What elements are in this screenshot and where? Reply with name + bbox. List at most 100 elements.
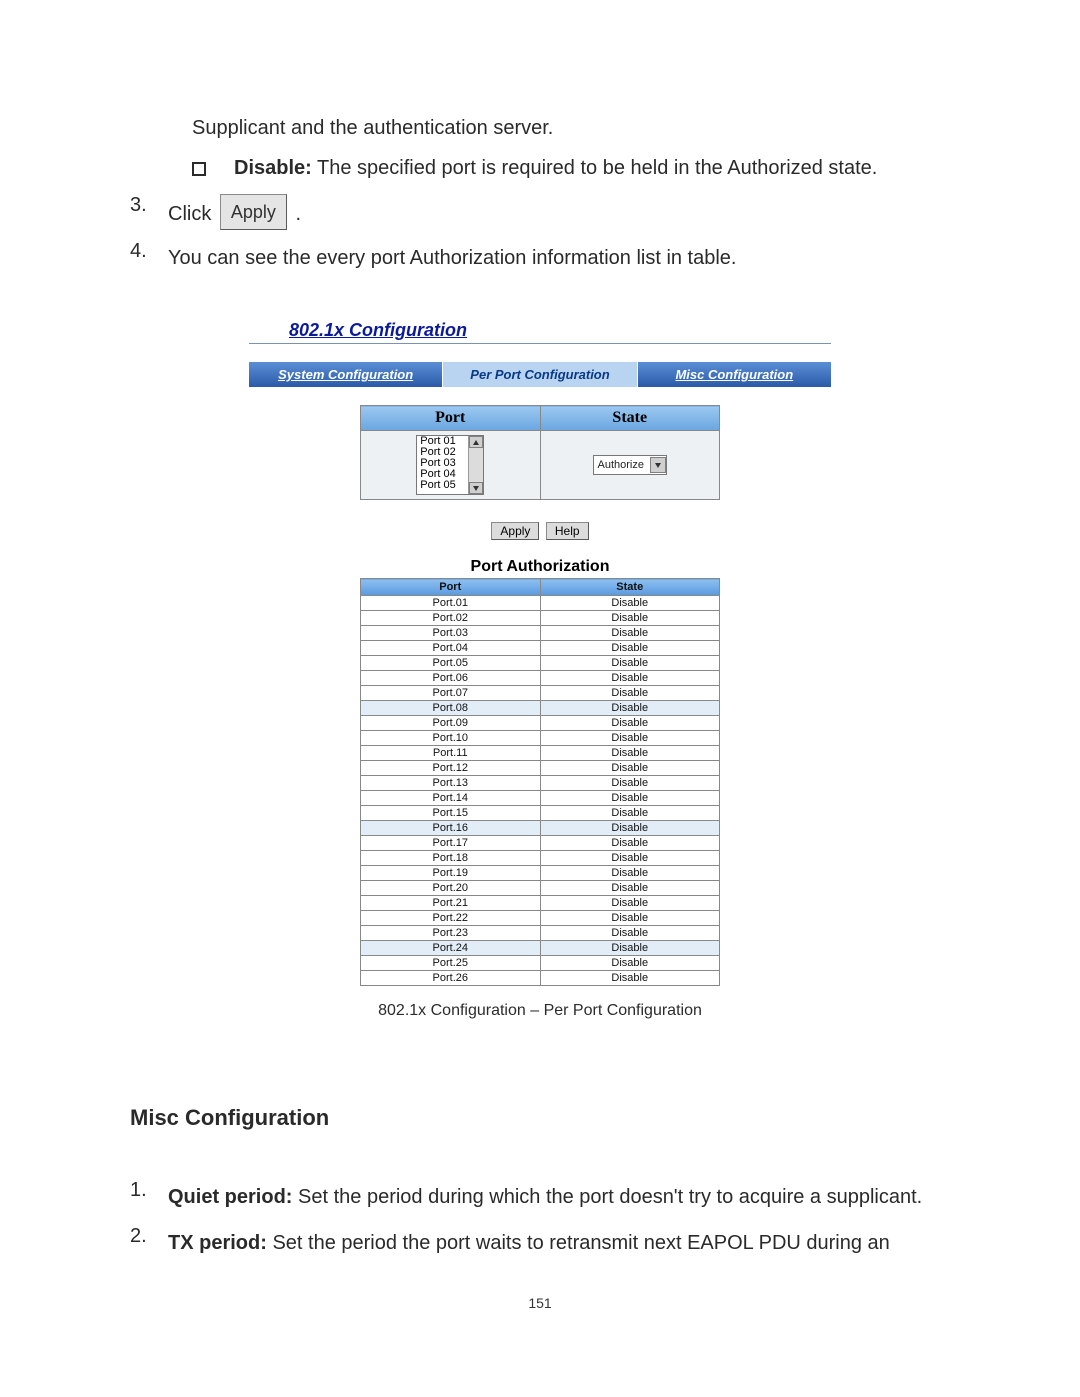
state-cell: Disable bbox=[540, 746, 720, 761]
port-cell: Port.25 bbox=[361, 956, 541, 971]
port-cell: Port.16 bbox=[361, 821, 541, 836]
step-4-text: You can see the every port Authorization… bbox=[168, 240, 950, 276]
disable-text: The specified port is required to be hel… bbox=[312, 157, 878, 179]
table-row: Port.20Disable bbox=[361, 881, 720, 896]
state-cell: Disable bbox=[540, 671, 720, 686]
chevron-up-icon bbox=[473, 440, 479, 445]
step-4: 4. You can see the every port Authorizat… bbox=[130, 240, 950, 276]
step-3-num: 3. bbox=[130, 194, 168, 232]
tab-per-port-configuration[interactable]: Per Port Configuration bbox=[443, 362, 637, 387]
config-tabs: System Configuration Per Port Configurat… bbox=[249, 362, 831, 387]
scroll-up-button[interactable] bbox=[469, 436, 483, 448]
step-4-num: 4. bbox=[130, 240, 168, 276]
apply-button[interactable]: Apply bbox=[491, 522, 539, 540]
port-cell: Port.07 bbox=[361, 686, 541, 701]
cfg-hdr-port: Port bbox=[361, 406, 541, 431]
port-cell: Port.02 bbox=[361, 611, 541, 626]
state-dropdown-value: Authorize bbox=[598, 459, 644, 471]
port-authorization-title: Port Authorization bbox=[360, 558, 720, 576]
port-authorization-table: Port State Port.01DisablePort.02DisableP… bbox=[360, 578, 720, 986]
table-row: Port.11Disable bbox=[361, 746, 720, 761]
dropdown-toggle[interactable] bbox=[650, 457, 666, 473]
table-row: Port.04Disable bbox=[361, 641, 720, 656]
table-row: Port.22Disable bbox=[361, 911, 720, 926]
state-cell: Disable bbox=[540, 776, 720, 791]
state-cell: Disable bbox=[540, 791, 720, 806]
page-number: 151 bbox=[130, 1295, 950, 1311]
state-cell: Disable bbox=[540, 926, 720, 941]
state-cell: Disable bbox=[540, 701, 720, 716]
port-cell: Port.12 bbox=[361, 761, 541, 776]
table-row: Port.03Disable bbox=[361, 626, 720, 641]
step-3: 3. Click Apply . bbox=[130, 194, 950, 232]
port-list-item[interactable]: Port 05 bbox=[420, 480, 469, 491]
port-cell: Port.22 bbox=[361, 911, 541, 926]
step-3-post: . bbox=[295, 203, 301, 225]
table-row: Port.12Disable bbox=[361, 761, 720, 776]
state-cell: Disable bbox=[540, 971, 720, 986]
port-cell: Port.20 bbox=[361, 881, 541, 896]
state-cell: Disable bbox=[540, 956, 720, 971]
misc-item-1: 1. Quiet period: Set the period during w… bbox=[130, 1179, 950, 1215]
tx-period-text: Set the period the port waits to retrans… bbox=[267, 1232, 890, 1254]
state-cell: Disable bbox=[540, 686, 720, 701]
state-cell: Disable bbox=[540, 656, 720, 671]
table-row: Port.15Disable bbox=[361, 806, 720, 821]
chevron-down-icon bbox=[473, 486, 479, 491]
scrollbar[interactable] bbox=[468, 436, 483, 494]
tab-system-configuration[interactable]: System Configuration bbox=[249, 362, 443, 387]
table-row: Port.05Disable bbox=[361, 656, 720, 671]
auth-hdr-state: State bbox=[540, 579, 720, 596]
state-cell: Disable bbox=[540, 836, 720, 851]
state-cell: Disable bbox=[540, 716, 720, 731]
port-cell: Port.11 bbox=[361, 746, 541, 761]
square-bullet-icon bbox=[192, 162, 206, 176]
port-cell: Port.24 bbox=[361, 941, 541, 956]
tab-misc-configuration[interactable]: Misc Configuration bbox=[638, 362, 831, 387]
table-row: Port.19Disable bbox=[361, 866, 720, 881]
screenshot-802-1x: 802.1x Configuration System Configuratio… bbox=[249, 316, 831, 1020]
screenshot-title: 802.1x Configuration bbox=[249, 316, 831, 344]
state-cell: Disable bbox=[540, 911, 720, 926]
step-3-pre: Click bbox=[168, 203, 217, 225]
quiet-period-text: Set the period during which the port doe… bbox=[292, 1186, 922, 1208]
table-row: Port.21Disable bbox=[361, 896, 720, 911]
text-supplicant: Supplicant and the authentication server… bbox=[192, 110, 950, 146]
chevron-down-icon bbox=[655, 463, 661, 468]
table-row: Port.02Disable bbox=[361, 611, 720, 626]
disable-label: Disable: bbox=[234, 157, 312, 179]
table-row: Port.09Disable bbox=[361, 716, 720, 731]
state-dropdown[interactable]: Authorize bbox=[593, 455, 667, 475]
port-cell: Port.18 bbox=[361, 851, 541, 866]
tx-period-label: TX period: bbox=[168, 1232, 267, 1254]
table-row: Port.07Disable bbox=[361, 686, 720, 701]
state-cell: Disable bbox=[540, 866, 720, 881]
figure-caption: 802.1x Configuration – Per Port Configur… bbox=[249, 1002, 831, 1020]
port-cell: Port.15 bbox=[361, 806, 541, 821]
state-cell: Disable bbox=[540, 896, 720, 911]
port-cell: Port.04 bbox=[361, 641, 541, 656]
port-cell: Port.09 bbox=[361, 716, 541, 731]
table-row: Port.23Disable bbox=[361, 926, 720, 941]
scroll-down-button[interactable] bbox=[469, 482, 483, 494]
port-cell: Port.06 bbox=[361, 671, 541, 686]
state-cell: Disable bbox=[540, 611, 720, 626]
port-state-config: Port State Port 01Port 02Port 03Port 04P… bbox=[360, 405, 720, 986]
cfg-hdr-state: State bbox=[540, 406, 720, 431]
port-cell: Port.21 bbox=[361, 896, 541, 911]
port-cell: Port.17 bbox=[361, 836, 541, 851]
state-cell: Disable bbox=[540, 761, 720, 776]
port-select-list[interactable]: Port 01Port 02Port 03Port 04Port 05 bbox=[416, 435, 484, 495]
port-cell: Port.01 bbox=[361, 596, 541, 611]
table-row: Port.26Disable bbox=[361, 971, 720, 986]
apply-button-inline[interactable]: Apply bbox=[220, 194, 287, 230]
misc-item-1-num: 1. bbox=[130, 1179, 168, 1215]
state-cell: Disable bbox=[540, 851, 720, 866]
state-cell: Disable bbox=[540, 596, 720, 611]
misc-configuration-heading: Misc Configuration bbox=[130, 1105, 950, 1131]
state-cell: Disable bbox=[540, 941, 720, 956]
port-cell: Port.10 bbox=[361, 731, 541, 746]
state-cell: Disable bbox=[540, 821, 720, 836]
port-cell: Port.13 bbox=[361, 776, 541, 791]
help-button[interactable]: Help bbox=[546, 522, 589, 540]
